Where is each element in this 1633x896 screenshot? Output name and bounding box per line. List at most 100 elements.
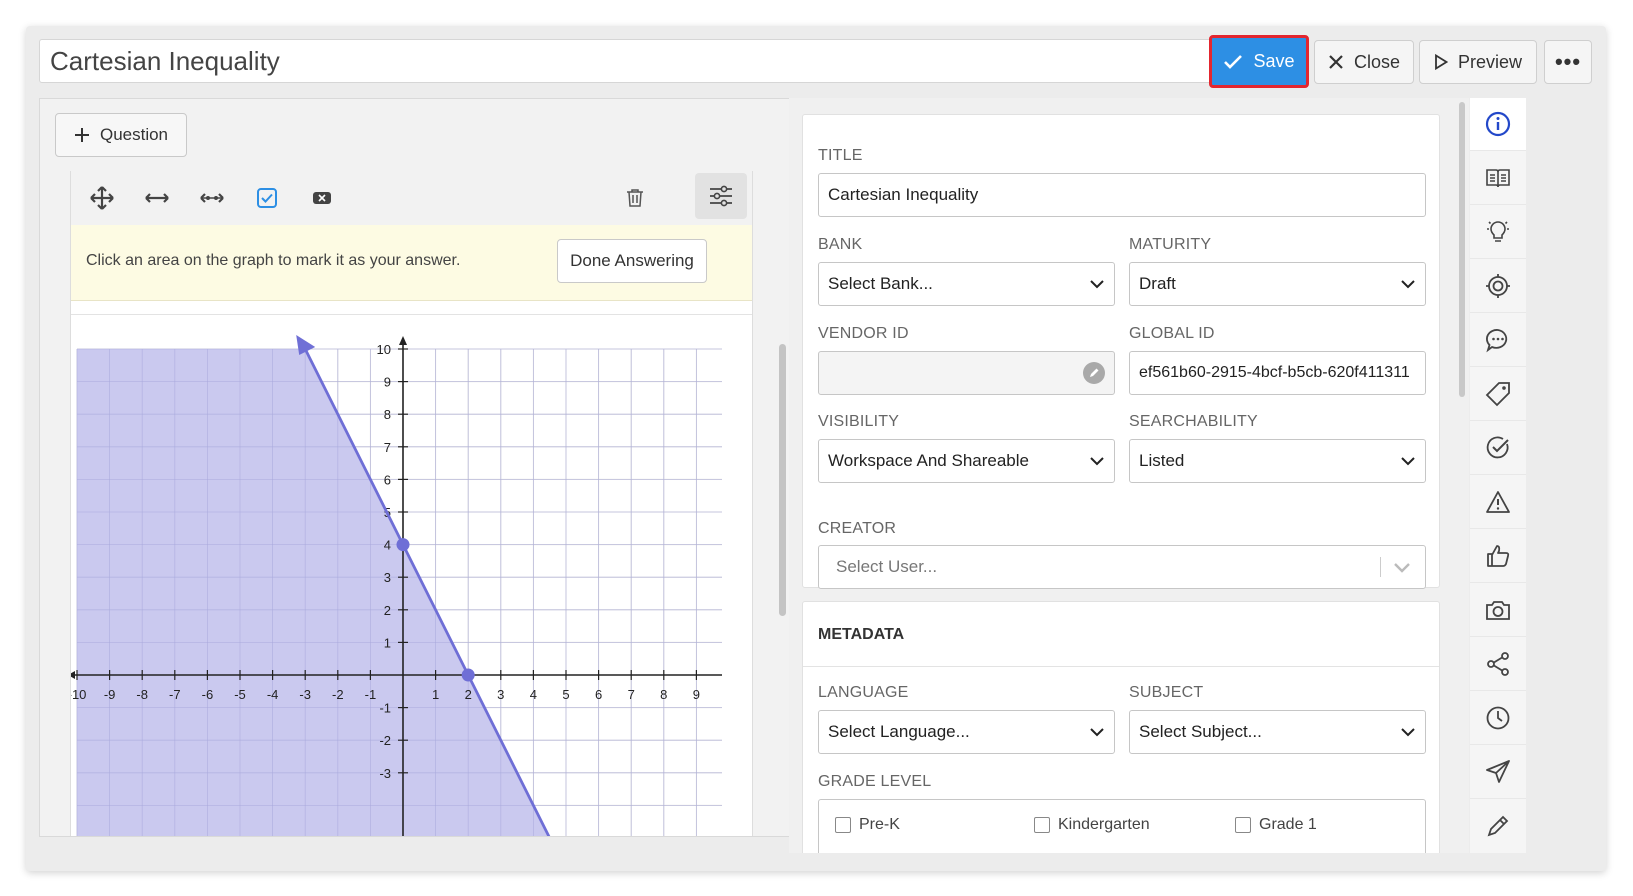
y-tick-label: 2 — [384, 603, 391, 618]
grade-option-label: Grade 1 — [1259, 816, 1317, 833]
rail-tags[interactable] — [1470, 368, 1526, 421]
preview-button[interactable]: Preview — [1419, 40, 1537, 84]
line-icon[interactable] — [141, 183, 173, 213]
y-tick-label: 9 — [384, 375, 391, 390]
searchability-select[interactable]: Listed — [1129, 439, 1426, 483]
grade-option-grade-1[interactable]: Grade 1 — [1235, 804, 1317, 846]
save-button[interactable]: Save — [1209, 35, 1309, 88]
rail-history[interactable] — [1470, 692, 1526, 745]
x-tick-label: -8 — [136, 687, 148, 702]
rail-standards[interactable] — [1470, 422, 1526, 475]
language-label: LANGUAGE — [818, 684, 909, 701]
target-icon — [1486, 274, 1510, 298]
checkbox[interactable] — [1034, 816, 1050, 833]
subject-select[interactable]: Select Subject... — [1129, 710, 1426, 754]
clear-icon[interactable] — [306, 183, 338, 213]
more-icon: ••• — [1554, 49, 1582, 74]
close-icon — [1329, 55, 1343, 69]
vendor-id-field[interactable] — [818, 351, 1115, 395]
rail-feedback[interactable] — [1470, 530, 1526, 583]
done-answering-button[interactable]: Done Answering — [557, 239, 707, 283]
x-tick-label: -1 — [365, 687, 377, 702]
x-tick-label: 5 — [562, 687, 569, 702]
clock-icon — [1486, 706, 1510, 730]
chevron-down-icon — [1394, 563, 1410, 573]
x-tick-label: -3 — [299, 687, 311, 702]
x-tick-label: -5 — [234, 687, 246, 702]
thumbs-up-icon — [1487, 545, 1510, 567]
rail-warnings[interactable] — [1470, 476, 1526, 529]
tag-icon — [1485, 382, 1510, 407]
rail-share[interactable] — [1470, 638, 1526, 691]
save-label: Save — [1253, 51, 1295, 71]
sidebar-icon-rail — [1470, 98, 1526, 853]
details-scrollbar[interactable] — [1459, 102, 1465, 397]
more-options-button[interactable]: ••• — [1544, 40, 1592, 84]
graph-canvas[interactable]: -10-9-8-7-6-5-4-3-2-11234567891098765432… — [71, 315, 752, 837]
line-control-point[interactable] — [461, 668, 475, 682]
visibility-select[interactable]: Workspace And Shareable — [818, 439, 1115, 483]
global-id-field[interactable]: ef561b60-2915-4bcf-b5cb-620f411311 — [1129, 351, 1426, 395]
maturity-label: MATURITY — [1129, 236, 1212, 253]
y-tick-label: -2 — [379, 733, 391, 748]
language-select[interactable]: Select Language... — [818, 710, 1115, 754]
checkbox[interactable] — [835, 816, 851, 833]
rail-publish[interactable] — [1470, 746, 1526, 799]
grade-option-kindergarten[interactable]: Kindergarten — [1034, 804, 1150, 846]
checkbox[interactable] — [1235, 816, 1251, 833]
add-question-label: Question — [99, 125, 169, 144]
graph-toolbar — [71, 171, 752, 226]
grade-option-pre-k[interactable]: Pre-K — [835, 804, 900, 846]
metadata-title: METADATA — [818, 626, 905, 643]
graph-question-editor: Click an area on the graph to mark it as… — [70, 171, 753, 837]
editor-scrollbar[interactable] — [779, 344, 786, 616]
check-icon — [1224, 54, 1243, 69]
cartesian-graph[interactable]: -10-9-8-7-6-5-4-3-2-11234567891098765432… — [71, 314, 752, 837]
checkbox-icon[interactable] — [251, 183, 283, 213]
title-field[interactable]: Cartesian Inequality — [818, 173, 1426, 217]
rail-book[interactable] — [1470, 152, 1526, 205]
maturity-value: Draft — [1139, 274, 1176, 293]
move-icon[interactable] — [86, 183, 118, 213]
close-button[interactable]: Close — [1314, 40, 1414, 84]
shaded-solution-region[interactable] — [77, 349, 552, 837]
segment-icon[interactable] — [196, 183, 228, 213]
bank-label: BANK — [818, 236, 863, 253]
creator-select[interactable]: Select User... — [818, 545, 1426, 589]
x-tick-label: 1 — [432, 687, 439, 702]
x-tick-label: 7 — [628, 687, 635, 702]
rail-lightbulb[interactable] — [1470, 206, 1526, 259]
rail-media[interactable] — [1470, 584, 1526, 637]
play-icon — [1435, 54, 1448, 70]
x-tick-label: -4 — [267, 687, 279, 702]
vendor-id-label: VENDOR ID — [818, 325, 909, 342]
creator-placeholder: Select User... — [836, 557, 938, 576]
edit-pencil-icon[interactable] — [1083, 362, 1105, 384]
add-question-button[interactable]: Question — [55, 113, 187, 157]
line-control-point[interactable] — [396, 538, 410, 552]
language-value: Select Language... — [828, 722, 970, 741]
trash-icon[interactable] — [619, 183, 651, 213]
y-tick-label: 8 — [384, 407, 391, 422]
chevron-down-icon — [1401, 728, 1415, 737]
x-tick-label: 2 — [465, 687, 472, 702]
comment-icon — [1486, 329, 1508, 353]
rail-info[interactable] — [1470, 98, 1526, 151]
preview-label: Preview — [1457, 51, 1523, 72]
book-icon — [1486, 169, 1510, 188]
maturity-select[interactable]: Draft — [1129, 262, 1426, 306]
item-title-input[interactable]: Cartesian Inequality — [39, 39, 1232, 83]
creator-label: CREATOR — [818, 520, 897, 537]
rail-comments[interactable] — [1470, 314, 1526, 367]
chevron-down-icon — [1090, 280, 1104, 289]
settings-sliders-icon[interactable] — [695, 173, 747, 219]
x-tick-label: -9 — [104, 687, 116, 702]
subject-label: SUBJECT — [1129, 684, 1204, 701]
x-tick-label: 6 — [595, 687, 602, 702]
x-tick-label: 3 — [497, 687, 504, 702]
plus-icon — [74, 128, 89, 142]
x-tick-label: 4 — [530, 687, 537, 702]
rail-edit[interactable] — [1470, 800, 1526, 852]
bank-select[interactable]: Select Bank... — [818, 262, 1115, 306]
rail-target[interactable] — [1470, 260, 1526, 313]
